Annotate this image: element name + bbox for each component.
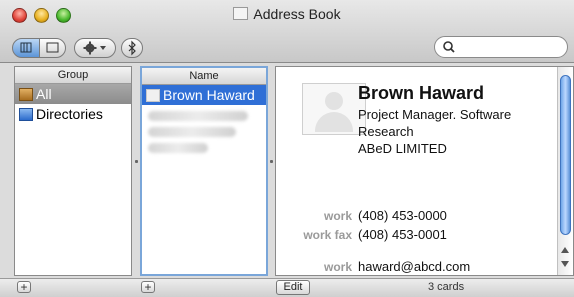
blurred-contact-row[interactable] (148, 111, 248, 121)
search-field[interactable] (434, 36, 568, 58)
field-value[interactable]: (408) 453-0000 (358, 208, 447, 223)
directories-icon (19, 108, 33, 121)
card-job-title: Project Manager. Software (358, 107, 512, 122)
group-column: Group All Directories (14, 66, 132, 276)
name-column-header[interactable]: Name (142, 68, 266, 85)
search-icon (443, 41, 455, 53)
view-card-only-button[interactable] (39, 38, 66, 58)
scroll-up-arrow-icon[interactable] (561, 247, 569, 253)
contact-name: Brown Haward (163, 87, 255, 103)
address-book-icon (233, 7, 249, 20)
action-menu-button[interactable] (74, 38, 116, 58)
bottom-bar: + + Edit 3 cards (0, 278, 574, 297)
name-column: Name Brown Haward (140, 66, 268, 276)
card-view-icon (46, 42, 59, 53)
card-name: Brown Haward (358, 83, 485, 103)
field-value[interactable]: haward@abcd.com (358, 259, 470, 274)
blurred-contact-row[interactable] (148, 143, 208, 153)
group-item-all[interactable]: All (15, 84, 131, 104)
column-splitter[interactable] (270, 160, 273, 163)
bluetooth-icon (128, 40, 136, 56)
group-column-header[interactable]: Group (15, 67, 131, 84)
columns-icon (20, 42, 32, 53)
group-item-label: Directories (36, 106, 103, 122)
scroll-down-arrow-icon[interactable] (561, 261, 569, 267)
field-label: work fax (303, 228, 352, 242)
bluetooth-button[interactable] (121, 38, 143, 58)
group-item-label: All (36, 86, 52, 102)
edit-button[interactable]: Edit (276, 280, 310, 295)
title-bar: Address Book (0, 0, 574, 63)
add-person-button[interactable]: + (141, 281, 155, 293)
field-label: work (323, 260, 352, 274)
group-item-directories[interactable]: Directories (15, 104, 131, 124)
contact-photo-placeholder[interactable] (302, 83, 366, 135)
group-icon (19, 88, 33, 101)
card-job-title-continued: Research (358, 124, 414, 139)
card-count: 3 cards (428, 281, 465, 293)
blurred-contact-row[interactable] (148, 127, 236, 137)
window-title-text: Address Book (253, 6, 341, 22)
field-label: work (323, 209, 352, 223)
card-company: ABeD LIMITED (358, 141, 447, 156)
scrollbar-thumb[interactable] (560, 75, 571, 235)
person-silhouette-icon (325, 92, 343, 110)
window-title: Address Book (0, 6, 574, 22)
contact-card: Brown Haward Project Manager. Software R… (275, 66, 574, 276)
gear-icon (83, 41, 106, 55)
address-book-window: Address Book Group All Directories Name … (0, 0, 574, 297)
view-card-and-columns-button[interactable] (12, 38, 40, 58)
contact-card-icon (146, 89, 160, 102)
field-value[interactable]: (408) 453-0001 (358, 227, 447, 242)
card-scrollbar[interactable] (557, 67, 573, 275)
contact-row-selected[interactable]: Brown Haward (142, 85, 266, 105)
add-group-button[interactable]: + (17, 281, 31, 293)
column-splitter[interactable] (135, 160, 138, 163)
